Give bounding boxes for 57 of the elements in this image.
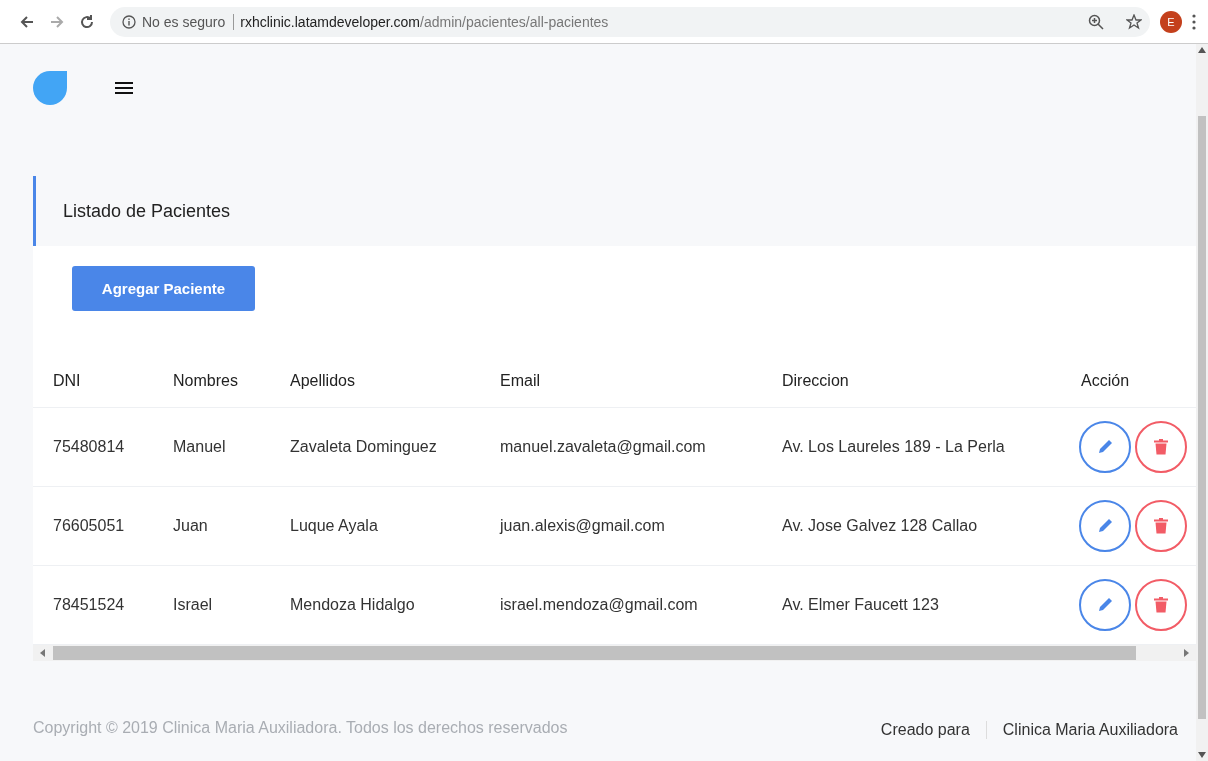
- trash-icon: [1154, 439, 1168, 455]
- column-header: DNI: [33, 355, 153, 408]
- copyright-text: Copyright © 2019 Clinica Maria Auxiliadora. Todos los derechos reservados: [33, 718, 569, 738]
- edit-button[interactable]: [1079, 421, 1131, 473]
- security-label: No es seguro: [142, 13, 235, 30]
- table-cell: Zavaleta Dominguez: [270, 407, 480, 487]
- vertical-scrollbar-thumb[interactable]: [1198, 116, 1206, 719]
- edit-button[interactable]: [1079, 500, 1131, 552]
- table-cell: Mendoza Hidalgo: [270, 565, 480, 645]
- zoom-icon[interactable]: [1088, 13, 1104, 30]
- scroll-arrow-icon[interactable]: [1198, 47, 1206, 53]
- table-cell: Juan: [153, 486, 270, 566]
- profile-avatar[interactable]: E: [1160, 10, 1182, 33]
- pencil-icon: [1096, 517, 1114, 535]
- table-cell: Av. Los Laureles 189 - La Perla: [762, 407, 1061, 487]
- pencil-icon: [1096, 596, 1114, 614]
- table-cell: 75480814: [33, 407, 153, 487]
- menu-icon[interactable]: [115, 81, 133, 95]
- column-header: Direccion: [762, 355, 1061, 408]
- table-cell: Av. Jose Galvez 128 Callao: [762, 486, 1061, 566]
- table-cell: 78451524: [33, 565, 153, 645]
- table-cell: Luque Ayala: [270, 486, 480, 566]
- add-patient-button[interactable]: Agregar Paciente: [72, 266, 255, 311]
- pencil-icon: [1096, 438, 1114, 456]
- horizontal-scrollbar-thumb[interactable]: [53, 646, 1136, 660]
- trash-icon: [1154, 518, 1168, 534]
- table-cell: Av. Elmer Faucett 123: [762, 565, 1061, 645]
- column-header: Apellidos: [270, 355, 480, 408]
- column-header: Email: [480, 355, 762, 408]
- clinic-name: Clinica Maria Auxiliadora: [1002, 721, 1178, 739]
- scroll-arrow-icon[interactable]: [1198, 752, 1206, 758]
- delete-button[interactable]: [1135, 579, 1187, 631]
- scroll-arrow-icon[interactable]: [1182, 649, 1190, 657]
- address-bar[interactable]: No es seguro rxhclinic.latamdeveloper.com/admin/pacientes/all-pacientes: [110, 6, 1150, 37]
- url-host: rxhclinic.latamdeveloper.com: [240, 13, 421, 30]
- info-icon: [122, 14, 136, 29]
- back-arrow-icon: [19, 13, 35, 30]
- edit-button[interactable]: [1079, 579, 1131, 631]
- table-cell: juan.alexis@gmail.com: [480, 486, 762, 566]
- forward-arrow-icon: [49, 13, 65, 30]
- table-cell: Israel: [153, 565, 270, 645]
- card-title: Listado de Pacientes: [33, 176, 1196, 246]
- column-header: Nombres: [153, 355, 270, 408]
- delete-button[interactable]: [1135, 421, 1187, 473]
- created-label: Creado para: [880, 721, 970, 739]
- table-cell: 76605051: [33, 486, 153, 566]
- table-cell: manuel.zavaleta@gmail.com: [480, 407, 762, 487]
- trash-icon: [1154, 597, 1168, 613]
- delete-button[interactable]: [1135, 500, 1187, 552]
- table-cell: Manuel: [153, 407, 270, 487]
- logo-icon[interactable]: [33, 71, 67, 105]
- url-path: /admin/pacientes/all-pacientes: [420, 13, 609, 30]
- reload-icon: [79, 13, 95, 30]
- scroll-arrow-icon[interactable]: [39, 649, 47, 657]
- star-icon[interactable]: [1126, 13, 1142, 30]
- table-cell: israel.mendoza@gmail.com: [480, 565, 762, 645]
- menu-dots-icon[interactable]: [1192, 13, 1196, 30]
